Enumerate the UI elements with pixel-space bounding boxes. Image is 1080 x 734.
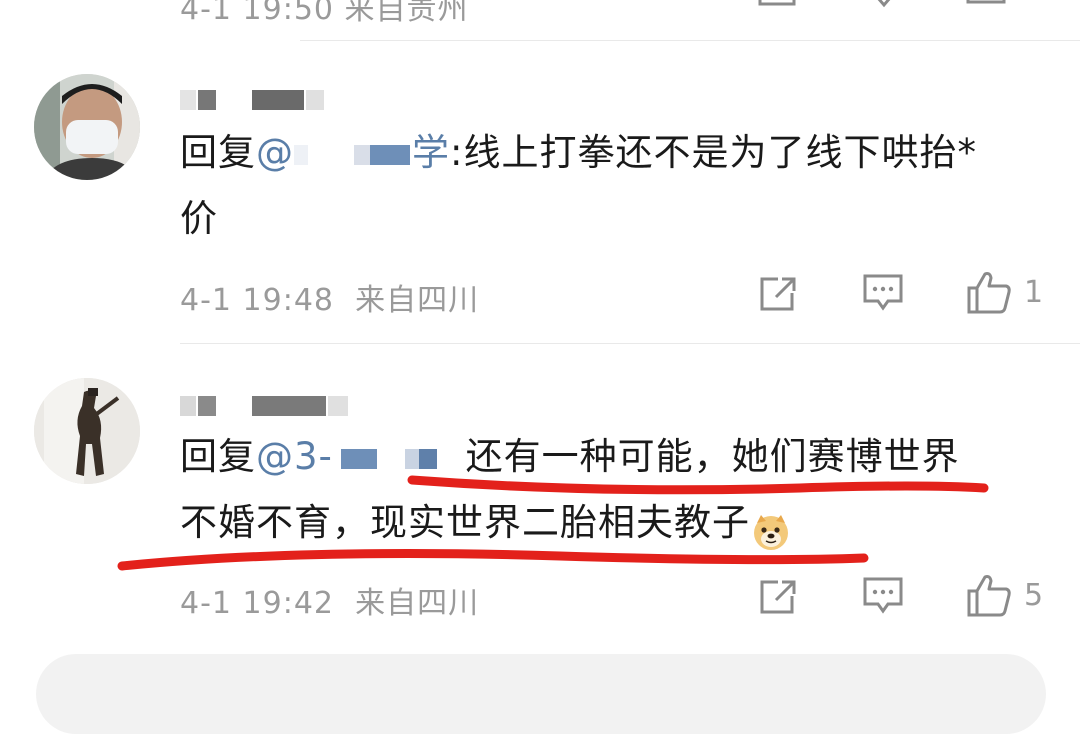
comment-body: 还有一种可能，她们赛博世界 [465, 435, 960, 478]
reply-input-box[interactable] [36, 654, 1046, 734]
share-button[interactable] [758, 275, 798, 313]
comment-button[interactable] [862, 576, 904, 616]
comment-text: 回复@ 学:线上打拳还不是为了线下哄抬* 价 [180, 120, 1040, 252]
comment-text: 回复@3- 还有一种可能，她们赛博世界 不婚不育，现实世界二胎相夫教子 [180, 424, 1040, 556]
username-redacted[interactable] [180, 90, 330, 110]
previous-comment-icon[interactable] [864, 0, 904, 12]
mention-link[interactable]: @ 学 [256, 131, 450, 174]
share-icon [760, 580, 796, 614]
comment-icon [863, 274, 903, 311]
avatar[interactable] [34, 378, 140, 484]
avatar[interactable] [34, 74, 140, 180]
doge-emoji [752, 506, 790, 550]
like-icon [967, 272, 1011, 314]
highlight-underline [117, 475, 989, 571]
like-button[interactable]: 1 [966, 270, 1043, 314]
like-count: 5 [1024, 577, 1044, 613]
mention-link[interactable]: @3- [256, 435, 453, 478]
comment-time: 4-1 19:48 [180, 283, 334, 318]
comment-button[interactable] [862, 273, 904, 313]
divider [180, 343, 1080, 344]
share-icon [760, 277, 796, 311]
comment-icon [863, 577, 903, 614]
mention-redacted [294, 144, 412, 165]
reply-prefix: 回复 [180, 131, 256, 174]
comment-meta: 4-1 19:48 来自四川 [180, 275, 479, 319]
previous-like-icon[interactable] [966, 0, 1010, 12]
like-count: 1 [1024, 274, 1044, 310]
comment-meta: 4-1 19:42 来自四川 [180, 578, 479, 622]
comment-location: 来自四川 [355, 283, 480, 318]
comment-time: 4-1 19:42 [180, 586, 334, 621]
previous-comment-meta: 4-1 19:50 来自贵州 [180, 0, 469, 27]
comment-body: :线上打拳还不是为了线下哄抬* [450, 131, 977, 174]
mention-redacted [332, 448, 453, 469]
share-button[interactable] [758, 578, 798, 616]
like-button[interactable]: 5 [966, 573, 1043, 617]
like-icon [967, 575, 1011, 617]
divider [300, 40, 1080, 41]
reply-prefix: 回复 [180, 435, 256, 478]
previous-share-icon[interactable] [758, 0, 798, 12]
username-redacted[interactable] [180, 396, 350, 416]
comment-body-line2: 不婚不育，现实世界二胎相夫教子 [180, 501, 750, 544]
comment-location: 来自四川 [355, 586, 480, 621]
comment-body-line2: 价 [180, 197, 218, 240]
